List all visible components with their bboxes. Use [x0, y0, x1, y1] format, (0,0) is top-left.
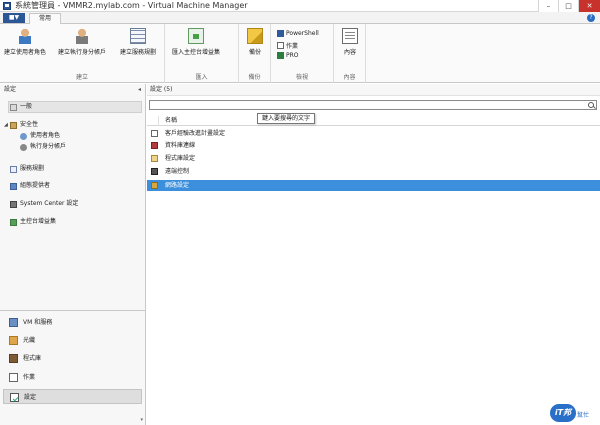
grid-header: 名稱: [147, 116, 600, 126]
ceip-icon: [151, 130, 158, 137]
ribbon-group-label: 內容: [343, 74, 356, 81]
nav-item-run-as-accounts[interactable]: 執行身分帳戶: [20, 142, 66, 152]
search-box[interactable]: [149, 100, 597, 110]
create-user-role-button[interactable]: 建立使用者角色: [4, 28, 46, 56]
ribbon: 建立使用者角色 建立執行身分帳戶 建立服務規劃 建立 匯入主控台增益集 匯入 備…: [0, 24, 600, 83]
backup-button[interactable]: 備份: [247, 28, 263, 56]
powershell-icon: [277, 30, 284, 37]
settings-icon: [10, 393, 19, 402]
ribbon-tabs: ■▼ 常用 ?: [0, 12, 600, 24]
ribbon-group-label: 匯入: [195, 74, 208, 81]
nav-item-user-roles[interactable]: 使用者角色: [20, 131, 60, 141]
workspace-switcher: VM 和服務 光纖 程式庫 作業 設定 ▾: [0, 310, 145, 424]
ribbon-group-label: 建立: [75, 74, 88, 81]
ribbon-group-import: 匯入主控台增益集 匯入: [165, 24, 239, 83]
import-console-addin-button[interactable]: 匯入主控台增益集: [172, 28, 220, 56]
jobs-button[interactable]: 作業: [277, 41, 298, 50]
watermark-logo: iT邦 幫忙: [550, 404, 596, 422]
library-icon: [9, 354, 18, 363]
security-icon: [10, 121, 17, 129]
file-menu-button[interactable]: ■▼: [3, 13, 25, 23]
service-template-icon: [130, 28, 146, 44]
workspace-jobs[interactable]: 作業: [3, 370, 142, 385]
expand-triangle-icon[interactable]: ◢: [4, 122, 8, 128]
help-icon[interactable]: ?: [587, 14, 595, 22]
nav-item-security[interactable]: 安全性: [10, 120, 38, 130]
close-button[interactable]: ✕: [578, 0, 600, 12]
maximize-button[interactable]: □: [558, 0, 578, 12]
window-controls: – □ ✕: [538, 0, 600, 12]
user-role-icon: [17, 28, 33, 44]
general-icon: [10, 103, 17, 111]
nav-item-console-addins[interactable]: 主控台增益集: [10, 217, 56, 227]
search-input[interactable]: [150, 101, 580, 110]
ribbon-group-backup: 備份 備份: [239, 24, 271, 83]
watermark-text: 幫忙: [577, 412, 590, 419]
workspace-fabric[interactable]: 光纖: [3, 333, 142, 348]
results-pane: 設定 (5) 名稱 客戶經驗改進計畫設定 資料庫連線 程式庫設定 遠端控制 網路…: [147, 84, 600, 425]
nav-item-configuration-providers[interactable]: 組態提供者: [10, 181, 50, 191]
import-icon: [188, 28, 204, 44]
table-row[interactable]: 資料庫連線: [147, 140, 600, 151]
nav-item-system-center-settings[interactable]: System Center 設定: [10, 199, 78, 209]
console-addin-icon: [10, 218, 17, 226]
backup-icon: [247, 28, 263, 44]
column-header-name[interactable]: 名稱: [165, 116, 177, 126]
workspace-library[interactable]: 程式庫: [3, 351, 142, 366]
ribbon-group-label: 檢視: [295, 74, 308, 81]
collapse-pane-icon[interactable]: ◂: [138, 84, 141, 96]
table-row[interactable]: 網路設定: [147, 180, 600, 191]
jobs-icon: [9, 373, 18, 382]
ribbon-group-view: PowerShell 作業 PRO 檢視: [271, 24, 334, 83]
create-service-template-button[interactable]: 建立服務規劃: [120, 28, 156, 56]
chevron-down-icon[interactable]: ▾: [140, 417, 143, 423]
column-header-icon[interactable]: [149, 116, 159, 126]
system-center-icon: [10, 200, 17, 208]
table-row[interactable]: 程式庫設定: [147, 153, 600, 164]
network-settings-icon: [151, 182, 158, 189]
workspace-vms-and-services[interactable]: VM 和服務: [3, 315, 142, 330]
nav-item-general[interactable]: 一般: [10, 102, 32, 112]
run-as-account-icon: [74, 28, 90, 44]
user-role-icon: [20, 132, 27, 140]
pro-icon: [277, 52, 284, 59]
database-icon: [151, 142, 158, 149]
navigation-pane-header: 設定 ◂: [0, 84, 145, 96]
pro-button[interactable]: PRO: [277, 52, 299, 59]
jobs-icon: [277, 42, 284, 49]
fabric-icon: [9, 336, 18, 345]
table-row[interactable]: 遠端控制: [147, 166, 600, 177]
ribbon-group-properties: 內容 內容: [334, 24, 366, 83]
run-as-icon: [20, 143, 27, 151]
navigation-pane: 設定 ◂ 一般 ◢ 安全性 使用者角色 執行身分帳戶 服務規劃 組態提供者 Sy…: [0, 84, 146, 425]
vm-services-icon: [9, 318, 18, 327]
nav-item-service-templates[interactable]: 服務規劃: [10, 164, 44, 174]
create-run-as-account-button[interactable]: 建立執行身分帳戶: [58, 28, 106, 56]
table-row[interactable]: 客戶經驗改進計畫設定: [147, 128, 600, 139]
ribbon-group-label: 備份: [248, 74, 261, 81]
app-icon[interactable]: [3, 2, 11, 10]
ribbon-group-create: 建立使用者角色 建立執行身分帳戶 建立服務規劃 建立: [0, 24, 165, 83]
search-tooltip: 鍵入要搜尋的文字: [257, 113, 316, 124]
title-bar: 系統管理員 - VMMR2.mylab.com - Virtual Machin…: [0, 0, 600, 12]
results-pane-header: 設定 (5): [147, 84, 600, 96]
properties-button[interactable]: 內容: [342, 28, 358, 56]
window-title: 系統管理員 - VMMR2.mylab.com - Virtual Machin…: [15, 1, 248, 10]
remote-control-icon: [151, 168, 158, 175]
service-template-icon: [10, 165, 17, 173]
library-settings-icon: [151, 155, 158, 162]
powershell-button[interactable]: PowerShell: [277, 30, 319, 37]
config-provider-icon: [10, 182, 17, 190]
minimize-button[interactable]: –: [538, 0, 558, 12]
search-icon[interactable]: [588, 102, 594, 108]
properties-icon: [342, 28, 358, 44]
workspace-settings[interactable]: 設定: [3, 389, 142, 404]
watermark-badge: iT邦: [550, 404, 576, 422]
tab-home[interactable]: 常用: [29, 13, 61, 24]
